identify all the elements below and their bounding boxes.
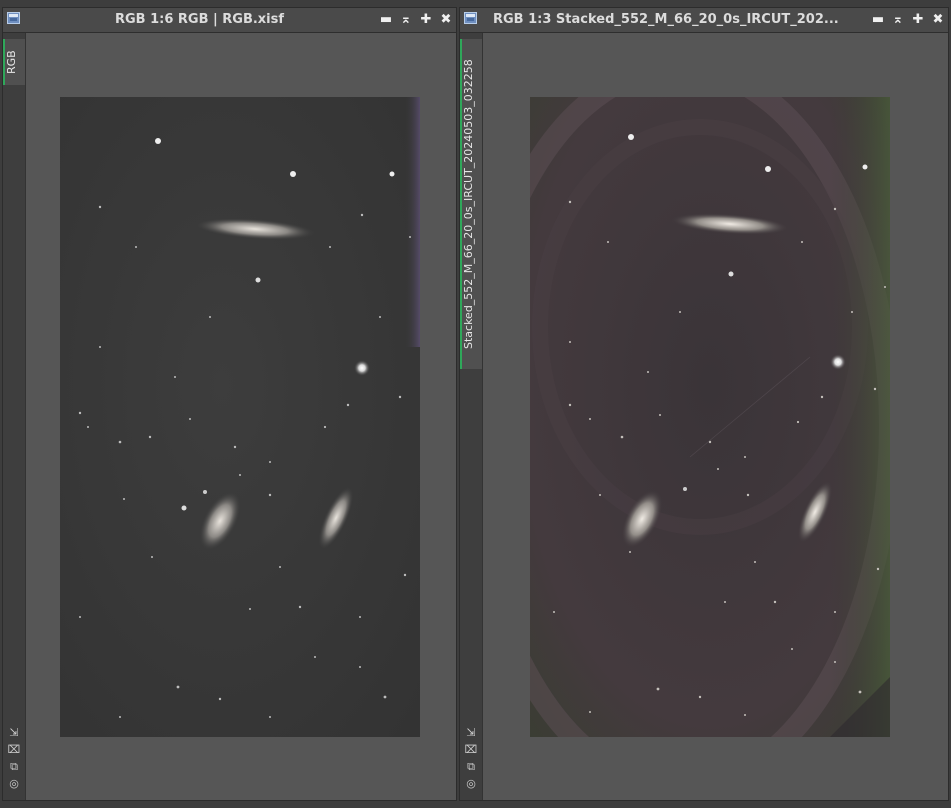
view-identifier-tab[interactable]: Stacked_552_M_66_20_0s_IRCUT_20240503_03… — [460, 39, 482, 369]
image-viewport[interactable] — [26, 33, 456, 800]
sidebar-tools: ⇲ ⌧ ⧉ ◎ — [463, 724, 479, 792]
close-icon[interactable]: ✖ — [438, 11, 454, 29]
clone-icon[interactable]: ⧉ — [463, 758, 479, 775]
minimize-icon[interactable]: ▬ — [378, 11, 394, 29]
minimize-icon[interactable]: ▬ — [870, 11, 886, 29]
window-titlebar[interactable]: RGB 1:6 RGB | RGB.xisf ▬ ⌅ ✚ ✖ — [3, 8, 456, 33]
window-title: RGB 1:3 Stacked_552_M_66_20_0s_IRCUT_202… — [493, 12, 839, 27]
fit-view-icon[interactable]: ⇲ — [463, 724, 479, 741]
target-icon[interactable]: ◎ — [6, 775, 22, 792]
window-title: RGB 1:6 RGB | RGB.xisf — [114, 12, 285, 27]
window-icon — [464, 12, 477, 24]
image-window-rgb[interactable]: RGB 1:6 RGB | RGB.xisf ▬ ⌅ ✚ ✖ RGB ⇲ ⌧ ⧉… — [2, 7, 457, 801]
shade-icon[interactable]: ⌅ — [890, 11, 906, 29]
window-titlebar[interactable]: RGB 1:3 Stacked_552_M_66_20_0s_IRCUT_202… — [460, 8, 948, 33]
window-body: Stacked_552_M_66_20_0s_IRCUT_20240503_03… — [460, 33, 948, 800]
clone-icon[interactable]: ⧉ — [6, 758, 22, 775]
fit-view-icon[interactable]: ⇲ — [6, 724, 22, 741]
zoom-icon[interactable]: ⌧ — [463, 741, 479, 758]
view-identifier-tab[interactable]: RGB — [3, 39, 25, 85]
maximize-icon[interactable]: ✚ — [910, 11, 926, 29]
shade-icon[interactable]: ⌅ — [398, 11, 414, 29]
image-viewport[interactable] — [483, 33, 948, 800]
view-sidebar: RGB ⇲ ⌧ ⧉ ◎ — [3, 33, 26, 800]
maximize-icon[interactable]: ✚ — [418, 11, 434, 29]
zoom-icon[interactable]: ⌧ — [6, 741, 22, 758]
target-icon[interactable]: ◎ — [463, 775, 479, 792]
window-body: RGB ⇲ ⌧ ⧉ ◎ — [3, 33, 456, 800]
view-sidebar: Stacked_552_M_66_20_0s_IRCUT_20240503_03… — [460, 33, 483, 800]
image-window-stacked[interactable]: RGB 1:3 Stacked_552_M_66_20_0s_IRCUT_202… — [459, 7, 949, 801]
close-icon[interactable]: ✖ — [930, 11, 946, 29]
sidebar-tools: ⇲ ⌧ ⧉ ◎ — [6, 724, 22, 792]
astro-image[interactable] — [60, 97, 420, 737]
astro-image[interactable] — [530, 97, 890, 737]
